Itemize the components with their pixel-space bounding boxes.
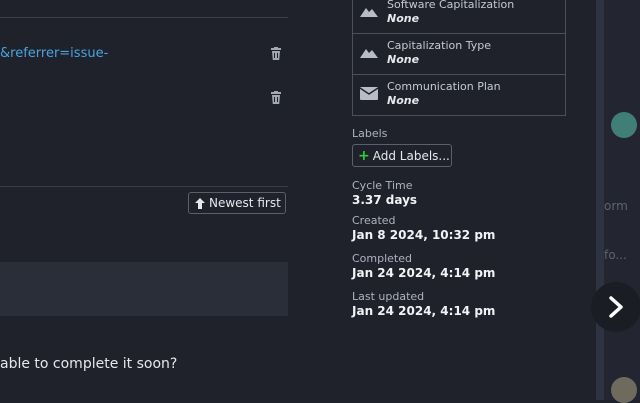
cycle-time-value: 3.37 days <box>352 193 418 207</box>
comment-input-area[interactable] <box>0 262 288 316</box>
top-divider <box>0 17 288 18</box>
field-label: Software Capitalization <box>387 0 515 11</box>
arrow-up-icon <box>195 197 205 209</box>
custom-fields-box: Software Capitalization None Capitalizat… <box>352 0 566 116</box>
trash-icon[interactable] <box>270 91 282 105</box>
last-updated-label: Last updated <box>352 290 425 303</box>
chevron-right-icon <box>609 296 623 318</box>
avatar <box>611 377 637 403</box>
labels-heading: Labels <box>352 127 388 140</box>
sort-button-label: Newest first <box>209 196 281 210</box>
add-labels-label: Add Labels... <box>372 148 450 163</box>
plus-icon: + <box>358 147 370 164</box>
completed-label: Completed <box>352 252 412 265</box>
created-label: Created <box>352 214 396 227</box>
created-value: Jan 8 2024, 10:32 pm <box>352 228 496 242</box>
mountain-icon <box>360 49 378 58</box>
field-value: None <box>387 12 420 25</box>
field-label: Communication Plan <box>387 80 501 93</box>
next-button[interactable] <box>591 282 640 332</box>
field-label: Capitalization Type <box>387 39 491 52</box>
cycle-time-label: Cycle Time <box>352 179 413 192</box>
avatar <box>611 112 637 138</box>
envelope-icon <box>360 87 378 100</box>
scrollbar[interactable] <box>596 0 604 400</box>
field-software-capitalization[interactable]: Software Capitalization None <box>353 0 565 33</box>
add-labels-button[interactable]: + Add Labels... <box>352 144 452 167</box>
attachment-link[interactable]: &referrer=issue- <box>0 46 108 61</box>
trash-icon[interactable] <box>270 47 282 61</box>
field-value: None <box>387 53 420 66</box>
sort-newest-button[interactable]: Newest first <box>188 192 286 214</box>
field-capitalization-type[interactable]: Capitalization Type None <box>353 33 565 74</box>
background-text: orm <box>604 199 628 213</box>
comments-divider <box>0 186 288 187</box>
background-text: fo... <box>604 248 627 262</box>
comment-text: able to complete it soon? <box>0 356 178 372</box>
field-communication-plan[interactable]: Communication Plan None <box>353 74 565 115</box>
completed-value: Jan 24 2024, 4:14 pm <box>352 266 496 280</box>
field-value: None <box>387 94 420 107</box>
last-updated-value: Jan 24 2024, 4:14 pm <box>352 304 496 318</box>
mountain-icon <box>360 8 378 17</box>
